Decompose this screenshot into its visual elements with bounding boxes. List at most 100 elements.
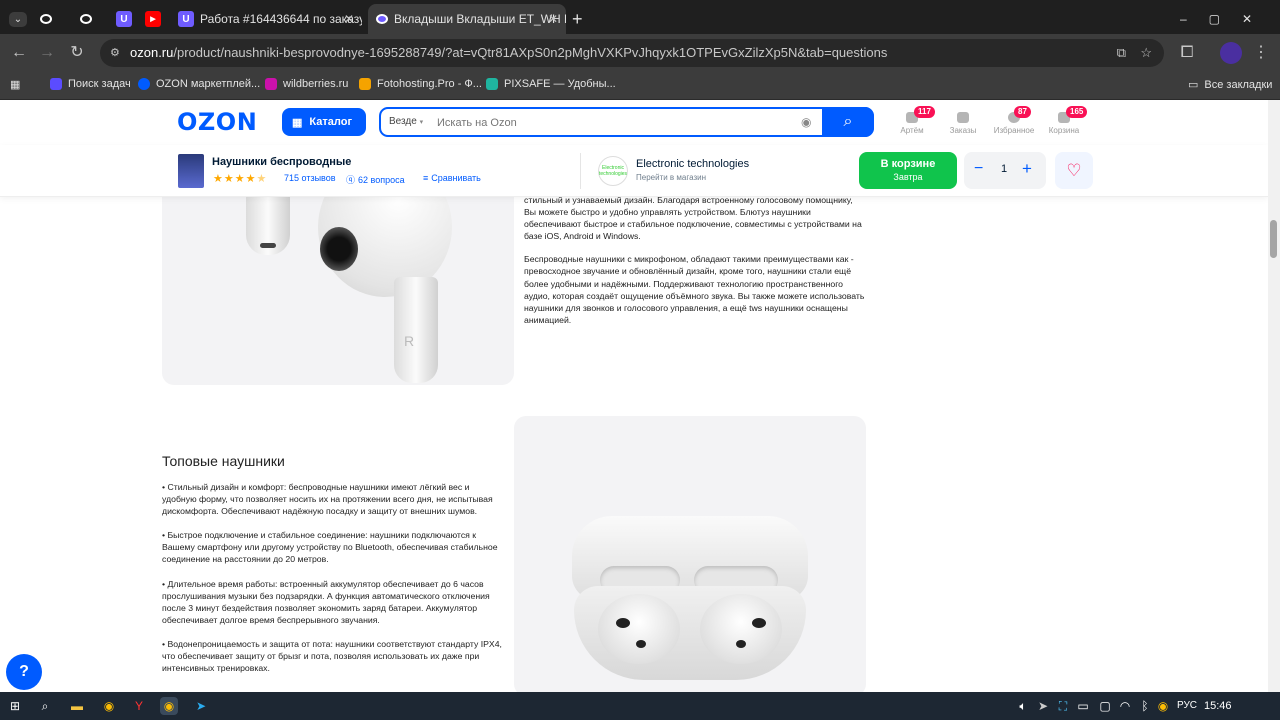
volume-icon[interactable]: 🔈︎ bbox=[1014, 697, 1032, 715]
u-icon bbox=[50, 78, 62, 90]
bookmark-item[interactable]: Поиск задач bbox=[50, 78, 131, 90]
decrement-button[interactable]: − bbox=[974, 160, 983, 178]
earbud-letter: R bbox=[404, 333, 415, 349]
site-info-icon[interactable]: ⚙ bbox=[110, 39, 120, 67]
store-logo[interactable]: Electronic technologies bbox=[598, 156, 628, 186]
compare-link[interactable]: ≡ Сравнивать bbox=[423, 173, 481, 183]
u-icon: U bbox=[116, 11, 132, 27]
telegram-tray-icon[interactable]: ➤ bbox=[1034, 697, 1052, 715]
back-icon[interactable]: ← bbox=[8, 42, 30, 64]
windows-start-icon[interactable]: ⊞ bbox=[6, 697, 24, 715]
store-name[interactable]: Electronic technologies bbox=[636, 158, 749, 170]
bookmark-star-icon[interactable]: ☆ bbox=[1140, 39, 1152, 67]
earbud-dot bbox=[736, 640, 746, 648]
question-icon: ? bbox=[19, 663, 29, 680]
tray-icon[interactable]: ▭ bbox=[1074, 697, 1092, 715]
telegram-icon[interactable]: ➤ bbox=[192, 697, 210, 715]
questions-link[interactable]: ⓠ 62 вопроса bbox=[346, 173, 405, 186]
header-favorites[interactable]: 87 Избранное bbox=[992, 106, 1036, 135]
divider bbox=[580, 153, 581, 189]
yandex-icon[interactable]: Y bbox=[130, 697, 148, 715]
apps-icon[interactable]: ▦ bbox=[10, 78, 20, 91]
tab-list-button[interactable]: ⌄ bbox=[6, 4, 30, 34]
close-icon[interactable]: ✕ bbox=[344, 12, 354, 26]
language-indicator[interactable]: РУС bbox=[1177, 700, 1197, 711]
chrome-icon[interactable]: ◉ bbox=[100, 697, 118, 715]
tab-title: Вкладыши Вкладыши ET_WH Е bbox=[394, 12, 566, 26]
header-cart[interactable]: 165 Корзина bbox=[1042, 106, 1088, 135]
in-cart-button[interactable]: В корзине Завтра bbox=[859, 152, 957, 189]
bookmark-item[interactable]: wildberries.ru bbox=[265, 78, 348, 90]
catalog-button[interactable]: ▦ Каталог bbox=[282, 108, 366, 136]
screenshot-icon[interactable]: ⛶ bbox=[1054, 697, 1072, 715]
window-controls[interactable]: –▢✕ bbox=[1180, 4, 1270, 34]
tab-active[interactable]: Вкладыши Вкладыши ET_WH Е ✕ bbox=[368, 4, 566, 34]
product-image-earbud: R bbox=[162, 197, 514, 385]
wifi-icon[interactable]: ◠ bbox=[1116, 697, 1134, 715]
extensions-icon[interactable]: ⧠ bbox=[1176, 42, 1198, 64]
tab-pinned-2[interactable] bbox=[80, 4, 102, 34]
url-path: /product/naushniki-besprovodnye-16952887… bbox=[173, 45, 888, 60]
description-paragraph: Беспроводные наушники с микрофоном, обла… bbox=[524, 254, 865, 325]
scrollbar[interactable] bbox=[1268, 100, 1280, 692]
store-link[interactable]: Перейти в магазин bbox=[636, 173, 706, 182]
close-icon[interactable]: ✕ bbox=[548, 12, 558, 26]
tab-work[interactable]: U Работа #164436644 по заказу ✕ bbox=[172, 4, 362, 34]
product-thumbnail[interactable] bbox=[178, 154, 204, 188]
new-tab-button[interactable]: + bbox=[572, 4, 592, 34]
search-icon[interactable]: ⌕ bbox=[36, 697, 54, 715]
case-earbud-left bbox=[598, 594, 680, 664]
clock[interactable]: 15:46 bbox=[1204, 700, 1232, 712]
features-list: • Стильный дизайн и комфорт: беспроводны… bbox=[162, 481, 504, 686]
wildberries-icon bbox=[265, 78, 277, 90]
file-explorer-icon[interactable]: ▬ bbox=[68, 697, 86, 715]
camera-search-icon[interactable]: ◉ bbox=[801, 115, 811, 129]
pixsafe-icon bbox=[486, 78, 498, 90]
url-bar[interactable]: ⚙ ozon.ru/product/naushniki-besprovodnye… bbox=[100, 39, 1164, 67]
ozon-icon bbox=[80, 14, 92, 24]
header-orders[interactable]: Заказы bbox=[941, 110, 985, 135]
tab-pinned-1[interactable] bbox=[40, 4, 62, 34]
menu-icon[interactable]: ⋮ bbox=[1250, 42, 1272, 64]
description-text-block: стильный и узнаваемый дизайн. Благодаря … bbox=[524, 194, 866, 337]
tab-pinned-3[interactable]: U bbox=[116, 4, 138, 34]
search-scope-select[interactable]: Везде ▾ bbox=[389, 116, 423, 127]
profile-avatar[interactable] bbox=[1220, 42, 1242, 64]
bluetooth-icon[interactable]: ᛒ bbox=[1136, 697, 1154, 715]
reviews-link[interactable]: 715 отзывов bbox=[284, 173, 336, 183]
badge: 117 bbox=[914, 106, 935, 118]
question-icon: ⓠ bbox=[346, 175, 356, 185]
badge: 87 bbox=[1014, 106, 1031, 118]
increment-button[interactable]: + bbox=[1022, 159, 1032, 179]
chrome-tray-icon[interactable]: ◉ bbox=[1154, 697, 1172, 715]
browser-tab-strip: ⌄ U ▶ U Работа #164436644 по заказу ✕ Вк… bbox=[0, 0, 1280, 34]
bookmark-item[interactable]: PIXSAFE — Удобны... bbox=[486, 78, 616, 90]
help-button[interactable]: ? bbox=[6, 654, 42, 690]
tab-title: Работа #164436644 по заказу bbox=[200, 12, 362, 26]
case-earbud-right bbox=[700, 594, 782, 664]
badge: 165 bbox=[1066, 106, 1088, 118]
fotohosting-icon bbox=[359, 78, 371, 90]
ozon-logo[interactable]: OZON bbox=[177, 108, 257, 136]
address-toolbar: ← → ↻ ⚙ ozon.ru/product/naushniki-bespro… bbox=[0, 34, 1280, 72]
reload-icon[interactable]: ↻ bbox=[66, 42, 88, 64]
earbud-dot bbox=[752, 618, 766, 628]
favorite-heart-icon[interactable]: ♡ bbox=[1055, 152, 1093, 189]
chrome-active-icon[interactable]: ◉ bbox=[160, 697, 178, 715]
search-button[interactable]: ⌕ bbox=[822, 107, 874, 137]
bookmark-item[interactable]: Fotohosting.Pro - Ф... bbox=[359, 78, 482, 90]
tray-icon[interactable]: ▢ bbox=[1096, 697, 1114, 715]
install-app-icon[interactable]: ⧉ bbox=[1117, 39, 1126, 67]
header-profile[interactable]: 117 Артём bbox=[890, 106, 935, 135]
rating-stars[interactable]: ★★★★★ bbox=[213, 172, 267, 185]
product-title: Наушники беспроводные bbox=[212, 156, 352, 168]
ozon-icon bbox=[40, 14, 52, 24]
tab-pinned-4[interactable]: ▶ bbox=[145, 4, 167, 34]
bookmark-item[interactable]: OZON маркетплей... bbox=[138, 78, 260, 90]
scrollbar-thumb[interactable] bbox=[1270, 220, 1277, 258]
all-bookmarks[interactable]: ▭ Все закладки bbox=[1188, 78, 1272, 92]
page-viewport: R стильный и узнаваемый дизайн. Благодар… bbox=[0, 100, 1280, 692]
folder-icon: ▭ bbox=[1188, 79, 1199, 91]
search-input[interactable] bbox=[437, 115, 797, 131]
forward-icon[interactable]: → bbox=[36, 42, 58, 64]
